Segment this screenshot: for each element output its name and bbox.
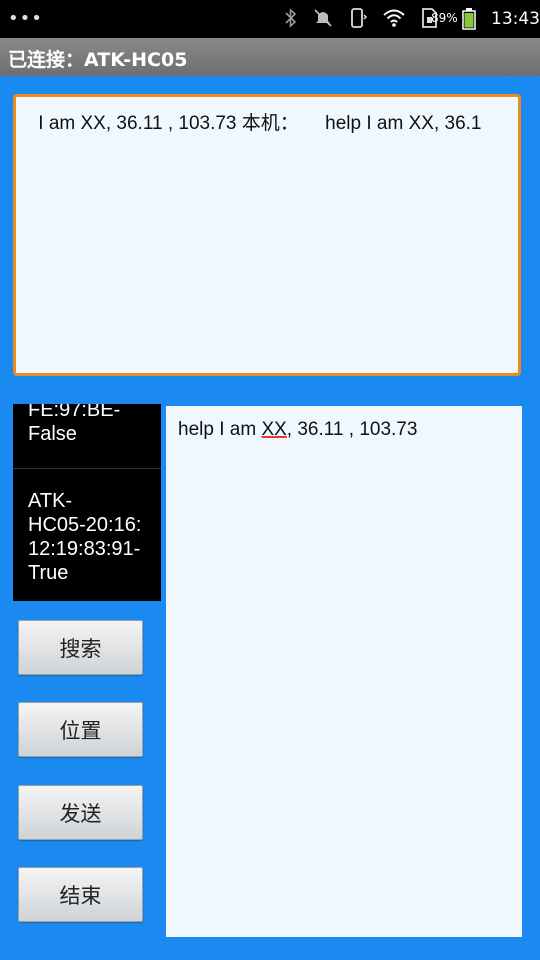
wifi-icon: [382, 8, 406, 28]
device-address: 12:19:83:91-: [28, 538, 141, 560]
search-button[interactable]: 搜索: [18, 620, 143, 675]
device-status: True: [28, 562, 69, 584]
bluetooth-icon: [284, 7, 298, 29]
connection-title: 已连接：ATK-HC05: [8, 49, 188, 71]
device-status: False: [28, 423, 77, 445]
status-bar: ••• 89% 13:43: [0, 0, 540, 38]
received-text: I am XX, 36.11 , 103.73 本机： help I am XX…: [33, 113, 482, 134]
send-button[interactable]: 发送: [18, 785, 143, 840]
device-item[interactable]: ATK- HC05-20:16: 12:19:83:91- True: [13, 489, 161, 585]
input-text-start: help I am: [178, 419, 262, 440]
device-address: HC05-20:16:: [28, 514, 142, 536]
clock: 13:43: [491, 9, 540, 29]
device-list[interactable]: FE:97:BE- False ATK- HC05-20:16: 12:19:8…: [13, 404, 161, 601]
more-dots-icon: •••: [8, 8, 43, 29]
device-address: FE:97:BE-: [28, 404, 121, 421]
message-input-text: help I am XX, 36.11 , 103.73: [178, 419, 417, 441]
device-item[interactable]: FE:97:BE- False: [13, 404, 161, 469]
battery-icon: [462, 8, 476, 34]
received-messages-box[interactable]: I am XX, 36.11 , 103.73 本机： help I am XX…: [13, 94, 521, 376]
input-text-end: , 36.11 , 103.73: [286, 419, 418, 440]
end-button[interactable]: 结束: [18, 867, 143, 922]
status-icons: [284, 7, 438, 29]
vibrate-icon: [348, 7, 368, 29]
spellcheck-word: XX: [261, 419, 287, 440]
location-button[interactable]: 位置: [18, 702, 143, 757]
message-input[interactable]: help I am XX, 36.11 , 103.73: [166, 406, 522, 937]
battery-percent: 89%: [431, 11, 458, 25]
app-title-bar: 已连接：ATK-HC05: [0, 38, 540, 76]
device-name: ATK-: [28, 490, 73, 512]
mute-icon: [312, 7, 334, 29]
